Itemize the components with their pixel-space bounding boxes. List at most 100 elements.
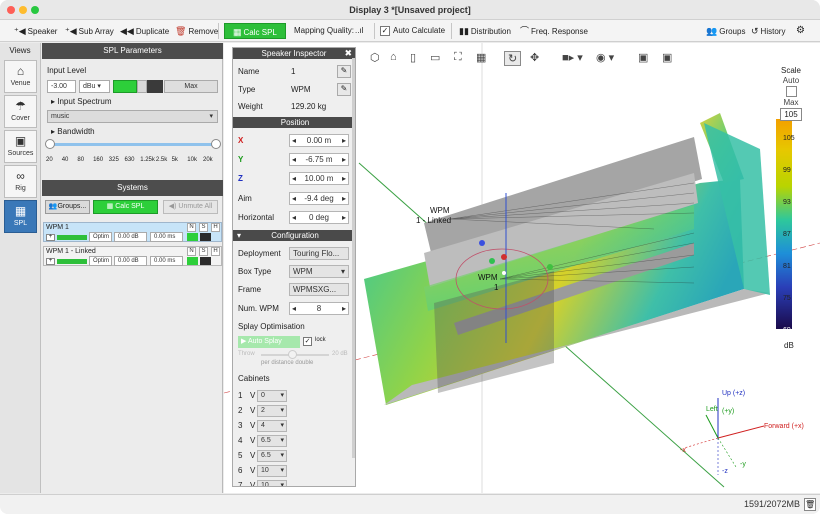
- auto-splay-button[interactable]: ▶ Auto Splay: [238, 336, 300, 348]
- cabinet-angle-select[interactable]: 10 ▾: [257, 480, 287, 486]
- bandwidth-high-handle[interactable]: [211, 139, 221, 149]
- n-toggle[interactable]: N: [187, 223, 196, 232]
- expand-icon[interactable]: +: [46, 258, 55, 265]
- camera-icon[interactable]: ■▸ ▾: [562, 51, 583, 64]
- scale-auto-checkbox[interactable]: [785, 86, 797, 97]
- decrement-icon[interactable]: ◂: [290, 212, 296, 223]
- clipboard-icon[interactable]: ▣: [638, 51, 648, 64]
- close-window-button[interactable]: [7, 6, 15, 14]
- bandwidth-expander[interactable]: ▸ Bandwidth: [51, 127, 95, 136]
- fit-view-icon[interactable]: ⛶: [454, 51, 462, 64]
- window-icon[interactable]: ▭: [430, 51, 440, 64]
- clipboard-paste-icon[interactable]: ▣: [662, 51, 672, 64]
- unmute-all-button[interactable]: ◀) Unmute All: [163, 200, 218, 214]
- increment-icon[interactable]: ▸: [342, 135, 348, 146]
- pan-tool-icon[interactable]: ✥: [530, 51, 539, 64]
- unit-select[interactable]: dBu ▾: [79, 80, 110, 93]
- configuration-section-header[interactable]: ▾ Configuration: [233, 230, 355, 241]
- orbit-tool-icon[interactable]: ↻: [504, 51, 522, 66]
- view-cover-button[interactable]: ☂ Cover: [4, 95, 37, 128]
- input-level-field[interactable]: -3.00: [47, 80, 76, 93]
- cube-icon[interactable]: ⬡: [370, 51, 380, 64]
- num-wpm-field[interactable]: ◂ 8 ▸: [289, 302, 349, 315]
- distribution-button[interactable]: ▮▮ Distribution: [459, 23, 511, 39]
- mapping-quality-control[interactable]: ..ıl: [355, 23, 363, 39]
- z-field[interactable]: ◂ 10.00 m ▸: [289, 172, 349, 185]
- house-icon[interactable]: ⌂: [390, 51, 397, 63]
- gain-field[interactable]: 0.00 dB: [114, 256, 147, 266]
- remove-button[interactable]: 🗑 Remove: [175, 23, 218, 39]
- deployment-select[interactable]: Touring Flo...: [289, 247, 349, 260]
- level-slider-thumb[interactable]: [147, 80, 163, 93]
- cabinet-angle-select[interactable]: 2 ▾: [257, 405, 287, 417]
- view-spl-button[interactable]: ▦ SPL: [4, 200, 37, 233]
- frame-select[interactable]: WPMSXG...: [289, 283, 349, 296]
- max-button[interactable]: Max: [164, 80, 218, 93]
- gear-icon[interactable]: ⚙: [796, 23, 805, 39]
- system-row-wpm-1[interactable]: WPM 1 + Optim 0.00 dB 0.00 ms N S H: [43, 222, 222, 242]
- systems-calc-spl-button[interactable]: ▦ Calc SPL: [93, 200, 158, 214]
- zoom-window-button[interactable]: [31, 6, 39, 14]
- edit-name-icon[interactable]: ✎: [337, 65, 351, 78]
- optim-button[interactable]: Optim: [89, 256, 112, 266]
- input-spectrum-expander[interactable]: ▸ Input Spectrum: [51, 97, 112, 106]
- history-button[interactable]: ↺ History: [751, 23, 785, 39]
- gain-field[interactable]: 0.00 dB: [114, 232, 147, 242]
- decrement-icon[interactable]: ◂: [290, 193, 296, 204]
- expand-icon[interactable]: +: [46, 234, 55, 241]
- bandwidth-low-handle[interactable]: [45, 139, 55, 149]
- grid-toggle-icon[interactable]: ▦: [476, 51, 486, 64]
- optim-button[interactable]: Optim: [89, 232, 112, 242]
- cabinet-angle-select[interactable]: 10 ▾: [257, 465, 287, 477]
- eye-icon[interactable]: ◉ ▾: [596, 51, 614, 64]
- close-icon[interactable]: ✖: [344, 48, 352, 59]
- inspector-scrollbar[interactable]: [352, 58, 355, 458]
- edit-type-icon[interactable]: ✎: [337, 83, 351, 96]
- minimize-window-button[interactable]: [19, 6, 27, 14]
- view-rig-button[interactable]: ∞ Rig: [4, 165, 37, 198]
- cabinet-angle-select[interactable]: 4 ▾: [257, 420, 287, 432]
- y-field[interactable]: ◂ -6.75 m ▸: [289, 153, 349, 166]
- duplicate-button[interactable]: ◀◀ Duplicate: [120, 23, 169, 39]
- view-sources-button[interactable]: ▣ Sources: [4, 130, 37, 163]
- cabinet-angle-select[interactable]: 6.5 ▾: [257, 450, 287, 462]
- cabinet-row: 4 V 6.5 ▾: [238, 435, 348, 448]
- increment-icon[interactable]: ▸: [342, 173, 348, 184]
- scale-max-field[interactable]: 105: [780, 108, 802, 121]
- lock-checkbox[interactable]: ✓: [303, 337, 312, 346]
- calc-spl-button[interactable]: ▦ Calc SPL: [224, 23, 286, 39]
- freq-response-button[interactable]: ⌒ Freq. Response: [520, 23, 588, 39]
- decrement-icon[interactable]: ◂: [290, 135, 296, 146]
- decrement-icon[interactable]: ◂: [290, 303, 296, 314]
- aim-field[interactable]: ◂ -9.4 deg ▸: [289, 192, 349, 205]
- x-field[interactable]: ◂ 0.00 m ▸: [289, 134, 349, 147]
- box-type-select[interactable]: WPM ▾: [289, 265, 349, 278]
- increment-icon[interactable]: ▸: [342, 154, 348, 165]
- horizontal-field[interactable]: ◂ 0 deg ▸: [289, 211, 349, 224]
- increment-icon[interactable]: ▸: [342, 303, 348, 314]
- increment-icon[interactable]: ▸: [342, 193, 348, 204]
- hide-toggle[interactable]: H: [211, 247, 220, 256]
- cabinet-angle-select[interactable]: 6.5 ▾: [257, 435, 287, 447]
- decrement-icon[interactable]: ◂: [290, 173, 296, 184]
- hide-toggle[interactable]: H: [211, 223, 220, 232]
- add-sub-array-button[interactable]: ⁺◀ Sub Array: [65, 23, 114, 39]
- groups-button[interactable]: 👥 Groups: [706, 23, 745, 39]
- system-row-wpm-1-linked[interactable]: WPM 1 - Linked + Optim 0.00 dB 0.00 ms N…: [43, 246, 222, 266]
- solo-toggle[interactable]: S: [199, 247, 208, 256]
- spectrum-select[interactable]: music ▾: [47, 110, 218, 123]
- auto-calculate-checkbox[interactable]: ✓ Auto Calculate: [380, 23, 445, 39]
- throw-slider-handle[interactable]: [288, 350, 297, 359]
- decrement-icon[interactable]: ◂: [290, 154, 296, 165]
- delay-field[interactable]: 0.00 ms: [150, 232, 183, 242]
- increment-icon[interactable]: ▸: [342, 212, 348, 223]
- trash-icon[interactable]: 🗑: [804, 498, 816, 511]
- n-toggle[interactable]: N: [187, 247, 196, 256]
- door-icon[interactable]: ▯: [410, 51, 416, 64]
- view-venue-button[interactable]: ⌂ Venue: [4, 60, 37, 93]
- add-speaker-button[interactable]: ⁺◀ Speaker: [14, 23, 57, 39]
- delay-field[interactable]: 0.00 ms: [150, 256, 183, 266]
- groups-button[interactable]: 👥Groups...: [45, 200, 90, 214]
- solo-toggle[interactable]: S: [199, 223, 208, 232]
- cabinet-angle-select[interactable]: 0 ▾: [257, 390, 287, 402]
